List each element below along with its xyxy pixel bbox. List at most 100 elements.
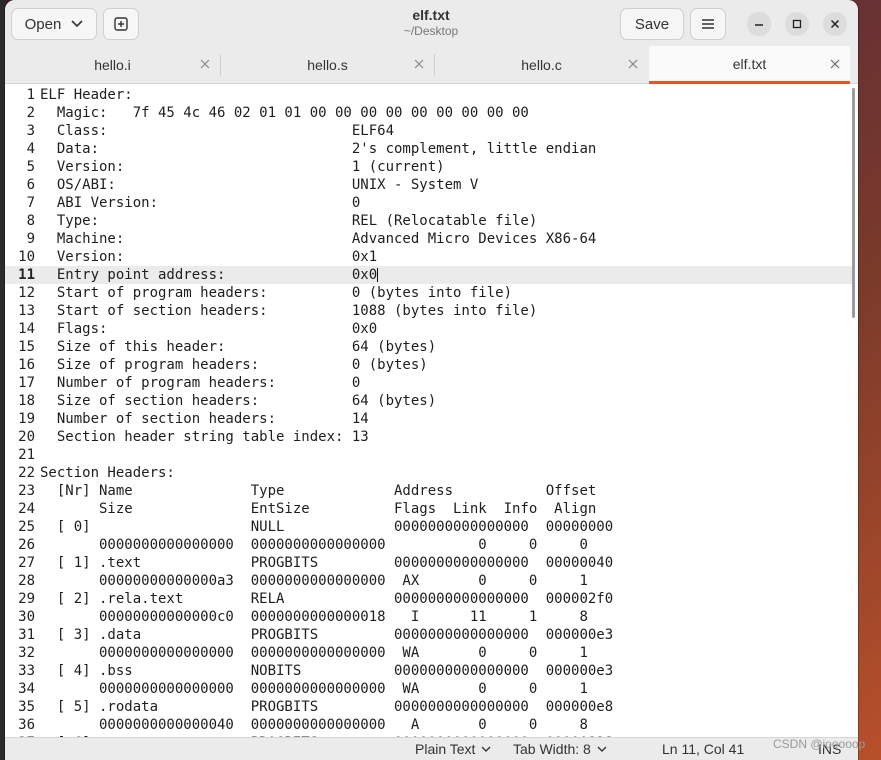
line-number: 15 bbox=[18, 339, 35, 355]
save-button[interactable]: Save bbox=[620, 8, 684, 40]
text-line[interactable]: 19 Number of section headers: 14 bbox=[5, 410, 855, 428]
text-line[interactable]: 10 Version: 0x1 bbox=[5, 248, 855, 266]
new-document-button[interactable] bbox=[103, 8, 139, 40]
text-line[interactable]: 36 0000000000000040 0000000000000000 A 0… bbox=[5, 716, 855, 734]
line-number: 25 bbox=[18, 519, 35, 535]
text-line[interactable]: 21 bbox=[5, 446, 855, 464]
text-line[interactable]: 31 [ 3] .data PROGBITS 0000000000000000 … bbox=[5, 626, 855, 644]
text-line[interactable]: 35 [ 5] .rodata PROGBITS 000000000000000… bbox=[5, 698, 855, 716]
text-line[interactable]: 33 [ 4] .bss NOBITS 0000000000000000 000… bbox=[5, 662, 855, 680]
text-line[interactable]: 34 0000000000000000 0000000000000000 WA … bbox=[5, 680, 855, 698]
tab-hello-i[interactable]: hello.i bbox=[5, 46, 220, 84]
tab-width-selector[interactable]: Tab Width: 8 bbox=[513, 741, 607, 757]
tab-close-icon[interactable] bbox=[198, 57, 212, 71]
line-text: [ 3] .data PROGBITS 0000000000000000 000… bbox=[40, 627, 614, 643]
text-line[interactable]: 22 Section Headers: bbox=[5, 464, 855, 482]
line-text: Class: ELF64 bbox=[40, 123, 395, 139]
maximize-icon bbox=[792, 19, 802, 29]
line-text: 0000000000000000 0000000000000000 WA 0 0… bbox=[40, 681, 588, 697]
text-line[interactable]: 17 Number of program headers: 0 bbox=[5, 374, 855, 392]
line-text: [Nr] Name Type Address Offset bbox=[40, 483, 597, 499]
line-number: 33 bbox=[18, 663, 35, 679]
text-line[interactable]: 30 00000000000000c0 0000000000000018 I 1… bbox=[5, 608, 855, 626]
line-text: Machine: Advanced Micro Devices X86-64 bbox=[40, 231, 597, 247]
line-number: 12 bbox=[18, 285, 35, 301]
tab-close-icon[interactable] bbox=[412, 57, 426, 71]
text-line[interactable]: 3 Class: ELF64 bbox=[5, 122, 855, 140]
line-text: [ 2] .rela.text RELA 0000000000000000 00… bbox=[40, 591, 614, 607]
line-number: 4 bbox=[26, 141, 35, 157]
minimize-button[interactable] bbox=[747, 12, 771, 36]
text-line[interactable]: 7 ABI Version: 0 bbox=[5, 194, 855, 212]
chevron-down-icon bbox=[597, 746, 607, 752]
text-line[interactable]: 5 Version: 1 (current) bbox=[5, 158, 855, 176]
line-number: 28 bbox=[18, 573, 35, 589]
tab-label: hello.i bbox=[94, 57, 131, 73]
text-line[interactable]: 13 Start of section headers: 1088 (bytes… bbox=[5, 302, 855, 320]
line-number: 19 bbox=[18, 411, 35, 427]
tab-hello-c[interactable]: hello.c bbox=[435, 46, 648, 84]
line-number: 21 bbox=[18, 447, 35, 463]
line-text: Section header string table index: 13 bbox=[40, 429, 369, 445]
line-number: 31 bbox=[18, 627, 35, 643]
text-line[interactable]: 27 [ 1] .text PROGBITS 0000000000000000 … bbox=[5, 554, 855, 572]
line-text: 0000000000000000 0000000000000000 0 0 0 bbox=[40, 537, 588, 553]
line-text: Version: 0x1 bbox=[40, 249, 378, 265]
text-line[interactable]: 2 Magic: 7f 45 4c 46 02 01 01 00 00 00 0… bbox=[5, 104, 855, 122]
tab-hello-s[interactable]: hello.s bbox=[221, 46, 434, 84]
text-line[interactable]: 11 Entry point address: 0x0 bbox=[5, 266, 855, 284]
tab-label: elf.txt bbox=[732, 55, 767, 72]
text-line[interactable]: 8 Type: REL (Relocatable file) bbox=[5, 212, 855, 230]
vertical-scrollbar[interactable] bbox=[852, 88, 855, 318]
tab-close-icon[interactable] bbox=[626, 57, 640, 71]
open-button[interactable]: Open bbox=[11, 8, 97, 40]
text-line[interactable]: 28 00000000000000a3 0000000000000000 AX … bbox=[5, 572, 855, 590]
text-editor-area[interactable]: 1 ELF Header: 2 Magic: 7f 45 4c 46 02 01 0… bbox=[5, 84, 858, 737]
new-document-icon bbox=[114, 17, 128, 31]
text-line[interactable]: 14 Flags: 0x0 bbox=[5, 320, 855, 338]
text-line[interactable]: 32 0000000000000000 0000000000000000 WA … bbox=[5, 644, 855, 662]
text-line[interactable]: 4 Data: 2's complement, little endian bbox=[5, 140, 855, 158]
text-line[interactable]: 20 Section header string table index: 13 bbox=[5, 428, 855, 446]
language-selector[interactable]: Plain Text bbox=[415, 741, 491, 757]
text-line[interactable]: 16 Size of program headers: 0 (bytes) bbox=[5, 356, 855, 374]
text-line[interactable]: 23 [Nr] Name Type Address Offset bbox=[5, 482, 855, 500]
line-text: [ 0] NULL 0000000000000000 00000000 bbox=[40, 519, 614, 535]
text-line[interactable]: 6 OS/ABI: UNIX - System V bbox=[5, 176, 855, 194]
main-menu-button[interactable] bbox=[690, 8, 726, 40]
cursor-position[interactable]: Ln 11, Col 41 bbox=[662, 741, 744, 757]
text-line[interactable]: 15 Size of this header: 64 (bytes) bbox=[5, 338, 855, 356]
text-line[interactable]: 9 Machine: Advanced Micro Devices X86-64 bbox=[5, 230, 855, 248]
line-text: Data: 2's complement, little endian bbox=[40, 141, 597, 157]
line-text: Size of section headers: 64 (bytes) bbox=[40, 393, 437, 409]
line-number: 27 bbox=[18, 555, 35, 571]
chevron-down-icon bbox=[71, 20, 83, 28]
line-number: 16 bbox=[18, 357, 35, 373]
line-text: Number of section headers: 14 bbox=[40, 411, 369, 427]
text-line[interactable]: 24 Size EntSize Flags Link Info Align bbox=[5, 500, 855, 518]
line-number: 6 bbox=[26, 177, 35, 193]
tab-close-icon[interactable] bbox=[828, 57, 842, 71]
text-line[interactable]: 18 Size of section headers: 64 (bytes) bbox=[5, 392, 855, 410]
header-bar: Open elf.txt ~/Desktop Save bbox=[5, 0, 858, 46]
text-line[interactable]: 12 Start of program headers: 0 (bytes in… bbox=[5, 284, 855, 302]
line-number: 26 bbox=[18, 537, 35, 553]
line-number: 18 bbox=[18, 393, 35, 409]
status-bar: Plain Text Tab Width: 8 Ln 11, Col 41 IN… bbox=[5, 737, 858, 760]
line-text: Start of section headers: 1088 (bytes in… bbox=[40, 303, 538, 319]
text-line[interactable]: 26 0000000000000000 0000000000000000 0 0… bbox=[5, 536, 855, 554]
maximize-button[interactable] bbox=[785, 12, 809, 36]
close-icon bbox=[830, 19, 840, 29]
line-text: Number of program headers: 0 bbox=[40, 375, 361, 391]
line-number: 1 bbox=[26, 87, 35, 103]
line-text: Section Headers: bbox=[40, 465, 175, 481]
close-window-button[interactable] bbox=[823, 12, 847, 36]
window-title-block: elf.txt ~/Desktop bbox=[305, 7, 557, 38]
text-line[interactable]: 29 [ 2] .rela.text RELA 0000000000000000… bbox=[5, 590, 855, 608]
tab-width-label: Tab Width: 8 bbox=[513, 741, 591, 757]
text-line[interactable]: 25 [ 0] NULL 0000000000000000 00000000 bbox=[5, 518, 855, 536]
line-text: Size EntSize Flags Link Info Align bbox=[40, 501, 597, 517]
window-subtitle: ~/Desktop bbox=[403, 24, 459, 38]
text-line[interactable]: 1 ELF Header: bbox=[5, 86, 855, 104]
tab-elf-txt[interactable]: elf.txt bbox=[649, 46, 850, 84]
